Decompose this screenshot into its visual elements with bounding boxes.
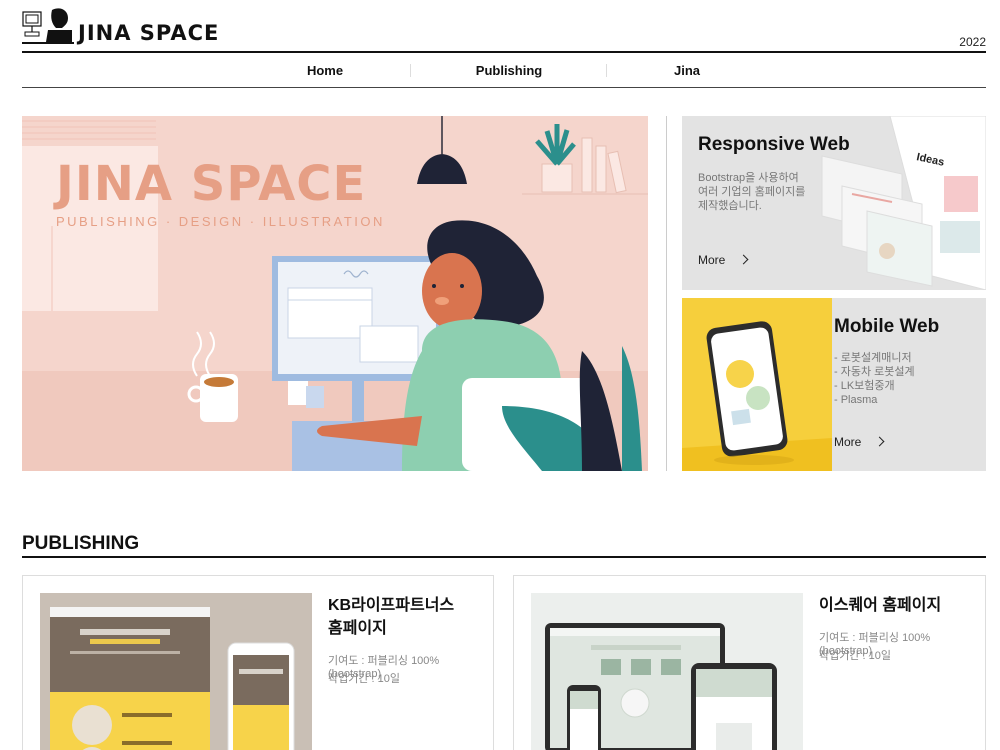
logo[interactable]: JINA SPACE <box>22 6 219 46</box>
logo-illustration-icon <box>22 8 74 44</box>
mobile-web-desc: - 로봇설계매니저 - 자동차 로봇설계 - LK보험중개 - Plasma <box>834 352 915 406</box>
mobile-web-title: Mobile Web <box>834 316 940 337</box>
responsive-web-desc: Bootstrap을 사용하여 여러 기업의 홈페이지를 제작했습니다. <box>698 172 806 212</box>
project-thumbnail <box>531 593 803 750</box>
project-title: KB라이프파트너스 홈페이지 <box>328 597 455 637</box>
logo-text: JINA SPACE <box>78 21 220 45</box>
nav-separator <box>410 64 411 77</box>
project-period: 작업기간 : 10일 <box>819 650 892 662</box>
vertical-divider <box>666 116 667 471</box>
responsive-web-card[interactable]: Ideas Responsive Web Bootstrap을 사용하여 여러 … <box>682 116 986 290</box>
mobile-more-link[interactable]: More <box>834 435 861 449</box>
mobile-mockup-image <box>682 298 832 471</box>
nav-publishing[interactable]: Publishing <box>476 63 542 78</box>
nav-jina[interactable]: Jina <box>674 63 700 78</box>
hero-title: JINA SPACE <box>56 156 367 212</box>
project-card-esquare[interactable]: 이스퀘어 홈페이지 기여도 : 퍼블리싱 100% (bootstrap) 작업… <box>513 575 986 750</box>
responsive-more-link[interactable]: More <box>698 253 725 267</box>
section-rule <box>22 556 986 558</box>
project-title: 이스퀘어 홈페이지 <box>819 597 942 614</box>
chevron-right-icon <box>738 254 749 265</box>
year-label: 2022 <box>959 35 986 49</box>
main-nav: Home Publishing Jina <box>22 53 986 88</box>
nav-separator <box>606 64 607 77</box>
responsive-web-title: Responsive Web <box>698 134 850 155</box>
hero-subtitle: PUBLISHING · DESIGN · ILLUSTRATION <box>56 214 385 229</box>
mobile-web-card[interactable]: Mobile Web - 로봇설계매니저 - 자동차 로봇설계 - LK보험중개… <box>682 298 986 471</box>
publishing-section-title: PUBLISHING <box>22 533 140 554</box>
project-thumbnail <box>40 593 312 750</box>
nav-home[interactable]: Home <box>307 63 343 78</box>
hero-banner: JINA SPACE PUBLISHING · DESIGN · ILLUSTR… <box>22 116 648 471</box>
project-period: 작업기간 : 10일 <box>328 673 401 685</box>
project-card-kb[interactable]: KB라이프파트너스 홈페이지 기여도 : 퍼블리싱 100% (bootstra… <box>22 575 494 750</box>
